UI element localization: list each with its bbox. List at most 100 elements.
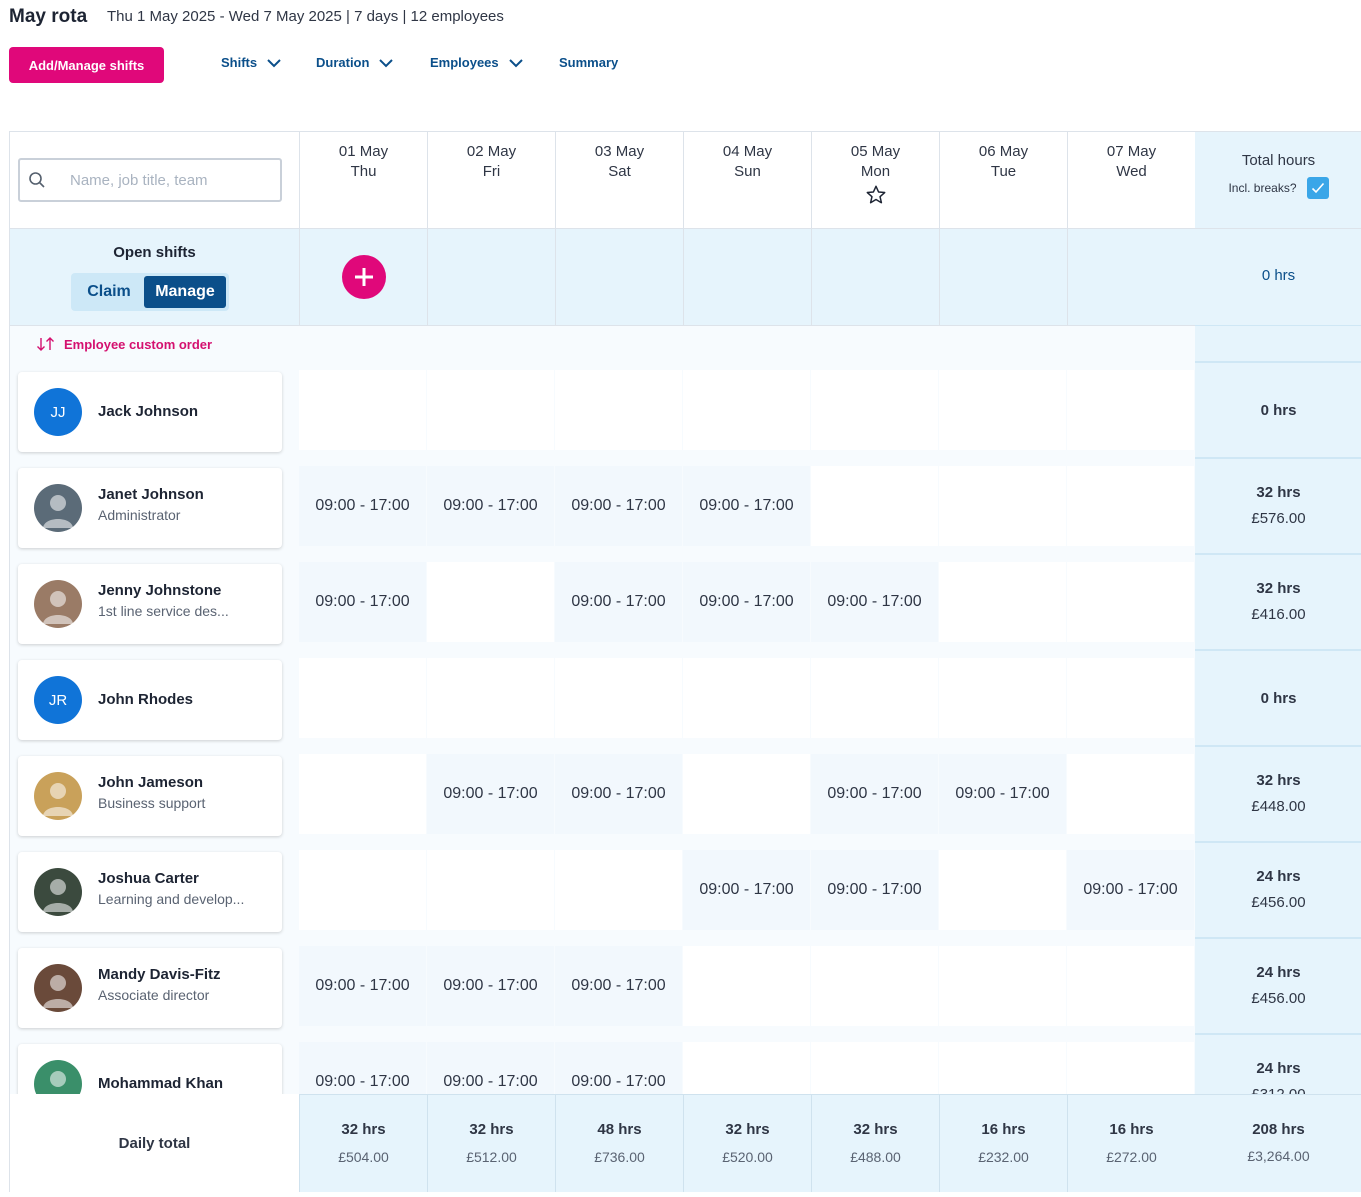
empty-shift-cell[interactable]	[1067, 370, 1194, 450]
employee-card[interactable]: Mandy Davis-Fitz Associate director	[18, 948, 282, 1028]
empty-shift-cell[interactable]	[1067, 1042, 1194, 1094]
shift-block[interactable]: 09:00 - 17:00	[811, 562, 938, 642]
empty-shift-cell[interactable]	[555, 370, 682, 450]
employee-card[interactable]: Joshua Carter Learning and develop...	[18, 852, 282, 932]
empty-shift-cell[interactable]	[811, 466, 938, 546]
empty-shift-cell[interactable]	[811, 1042, 938, 1094]
day-header[interactable]: 05 May Mon	[811, 132, 939, 228]
employee-total-hours: 0 hrs	[1260, 690, 1297, 707]
shifts-dropdown[interactable]: Shifts	[221, 55, 281, 70]
employee-total-hours: 24 hrs	[1256, 868, 1301, 885]
empty-shift-cell[interactable]	[555, 850, 682, 930]
empty-shift-cell[interactable]	[427, 370, 554, 450]
claim-button[interactable]: Claim	[74, 283, 144, 301]
empty-shift-cell[interactable]	[811, 658, 938, 738]
empty-shift-cell[interactable]	[299, 370, 426, 450]
day-header[interactable]: 02 May Fri	[427, 132, 555, 228]
empty-shift-cell[interactable]	[1067, 754, 1194, 834]
empty-shift-cell[interactable]	[939, 466, 1066, 546]
day-header[interactable]: 04 May Sun	[683, 132, 811, 228]
search-input[interactable]	[70, 171, 270, 189]
empty-shift-cell[interactable]	[683, 658, 810, 738]
shift-block[interactable]: 09:00 - 17:00	[427, 466, 554, 546]
empty-shift-cell[interactable]	[1067, 658, 1194, 738]
employees-dropdown[interactable]: Employees	[430, 55, 523, 70]
empty-shift-cell[interactable]	[939, 370, 1066, 450]
duration-dropdown-label: Duration	[316, 55, 370, 70]
empty-shift-cell[interactable]	[939, 562, 1066, 642]
empty-shift-cell[interactable]	[1067, 946, 1194, 1026]
employee-card[interactable]: Mohammad Khan	[18, 1044, 282, 1094]
day-header[interactable]: 07 May Wed	[1067, 132, 1195, 228]
empty-shift-cell[interactable]	[683, 370, 810, 450]
open-shift-cell[interactable]	[811, 229, 939, 326]
open-shift-cell[interactable]	[1067, 229, 1195, 326]
employee-card[interactable]: Jenny Johnstone 1st line service des...	[18, 564, 282, 644]
open-shifts-label-cell: Open shifts Claim Manage	[10, 229, 299, 326]
empty-shift-cell[interactable]	[427, 850, 554, 930]
open-shift-cell[interactable]	[555, 229, 683, 326]
shift-block[interactable]: 09:00 - 17:00	[555, 946, 682, 1026]
shift-block[interactable]: 09:00 - 17:00	[1067, 850, 1194, 930]
shift-block[interactable]: 09:00 - 17:00	[427, 1042, 554, 1094]
employee-job-title: 1st line service des...	[98, 603, 229, 619]
shift-block[interactable]: 09:00 - 17:00	[811, 754, 938, 834]
claim-manage-toggle[interactable]: Claim Manage	[71, 273, 229, 311]
open-shift-cell[interactable]	[683, 229, 811, 326]
incl-breaks-checkbox[interactable]	[1306, 177, 1329, 199]
empty-shift-cell[interactable]	[299, 658, 426, 738]
shift-block[interactable]: 09:00 - 17:00	[683, 850, 810, 930]
empty-shift-cell[interactable]	[939, 658, 1066, 738]
search-box[interactable]	[18, 158, 282, 202]
custom-order-button[interactable]: Employee custom order	[36, 336, 212, 352]
open-shift-cell[interactable]	[939, 229, 1067, 326]
shift-block[interactable]: 09:00 - 17:00	[939, 754, 1066, 834]
empty-shift-cell[interactable]	[683, 946, 810, 1026]
open-shift-cell[interactable]	[299, 229, 427, 326]
empty-shift-cell[interactable]	[427, 658, 554, 738]
empty-shift-cell[interactable]	[939, 946, 1066, 1026]
employee-card[interactable]: Janet Johnson Administrator	[18, 468, 282, 548]
add-open-shift-button[interactable]	[342, 255, 386, 299]
employee-card[interactable]: JJ Jack Johnson	[18, 372, 282, 452]
empty-shift-cell[interactable]	[427, 562, 554, 642]
employee-card[interactable]: John Jameson Business support	[18, 756, 282, 836]
empty-shift-cell[interactable]	[811, 946, 938, 1026]
empty-shift-cell[interactable]	[939, 1042, 1066, 1094]
empty-shift-cell[interactable]	[1067, 562, 1194, 642]
shift-block[interactable]: 09:00 - 17:00	[427, 754, 554, 834]
shift-block[interactable]: 09:00 - 17:00	[555, 1042, 682, 1094]
employee-card[interactable]: JR John Rhodes	[18, 660, 282, 740]
person-photo-icon	[43, 879, 73, 912]
shift-block[interactable]: 09:00 - 17:00	[299, 1042, 426, 1094]
day-header[interactable]: 03 May Sat	[555, 132, 683, 228]
daily-pay: £272.00	[1106, 1149, 1157, 1165]
employee-name: Mandy Davis-Fitz	[98, 966, 221, 983]
shift-block[interactable]: 09:00 - 17:00	[683, 562, 810, 642]
shift-block[interactable]: 09:00 - 17:00	[555, 754, 682, 834]
shift-block[interactable]: 09:00 - 17:00	[299, 562, 426, 642]
shift-block[interactable]: 09:00 - 17:00	[683, 466, 810, 546]
shift-block[interactable]: 09:00 - 17:00	[299, 946, 426, 1026]
empty-shift-cell[interactable]	[939, 850, 1066, 930]
day-date: 06 May	[978, 143, 1029, 160]
summary-link[interactable]: Summary	[559, 55, 618, 70]
duration-dropdown[interactable]: Duration	[316, 55, 394, 70]
open-shift-cell[interactable]	[427, 229, 555, 326]
shift-block[interactable]: 09:00 - 17:00	[427, 946, 554, 1026]
shift-block[interactable]: 09:00 - 17:00	[299, 466, 426, 546]
day-header[interactable]: 01 May Thu	[299, 132, 427, 228]
shift-block[interactable]: 09:00 - 17:00	[811, 850, 938, 930]
empty-shift-cell[interactable]	[1067, 466, 1194, 546]
empty-shift-cell[interactable]	[811, 370, 938, 450]
shift-block[interactable]: 09:00 - 17:00	[555, 562, 682, 642]
empty-shift-cell[interactable]	[299, 754, 426, 834]
empty-shift-cell[interactable]	[683, 1042, 810, 1094]
empty-shift-cell[interactable]	[683, 754, 810, 834]
empty-shift-cell[interactable]	[555, 658, 682, 738]
shift-block[interactable]: 09:00 - 17:00	[555, 466, 682, 546]
empty-shift-cell[interactable]	[299, 850, 426, 930]
manage-button[interactable]: Manage	[144, 276, 226, 308]
day-header[interactable]: 06 May Tue	[939, 132, 1067, 228]
add-manage-shifts-button[interactable]: Add/Manage shifts	[9, 47, 164, 83]
